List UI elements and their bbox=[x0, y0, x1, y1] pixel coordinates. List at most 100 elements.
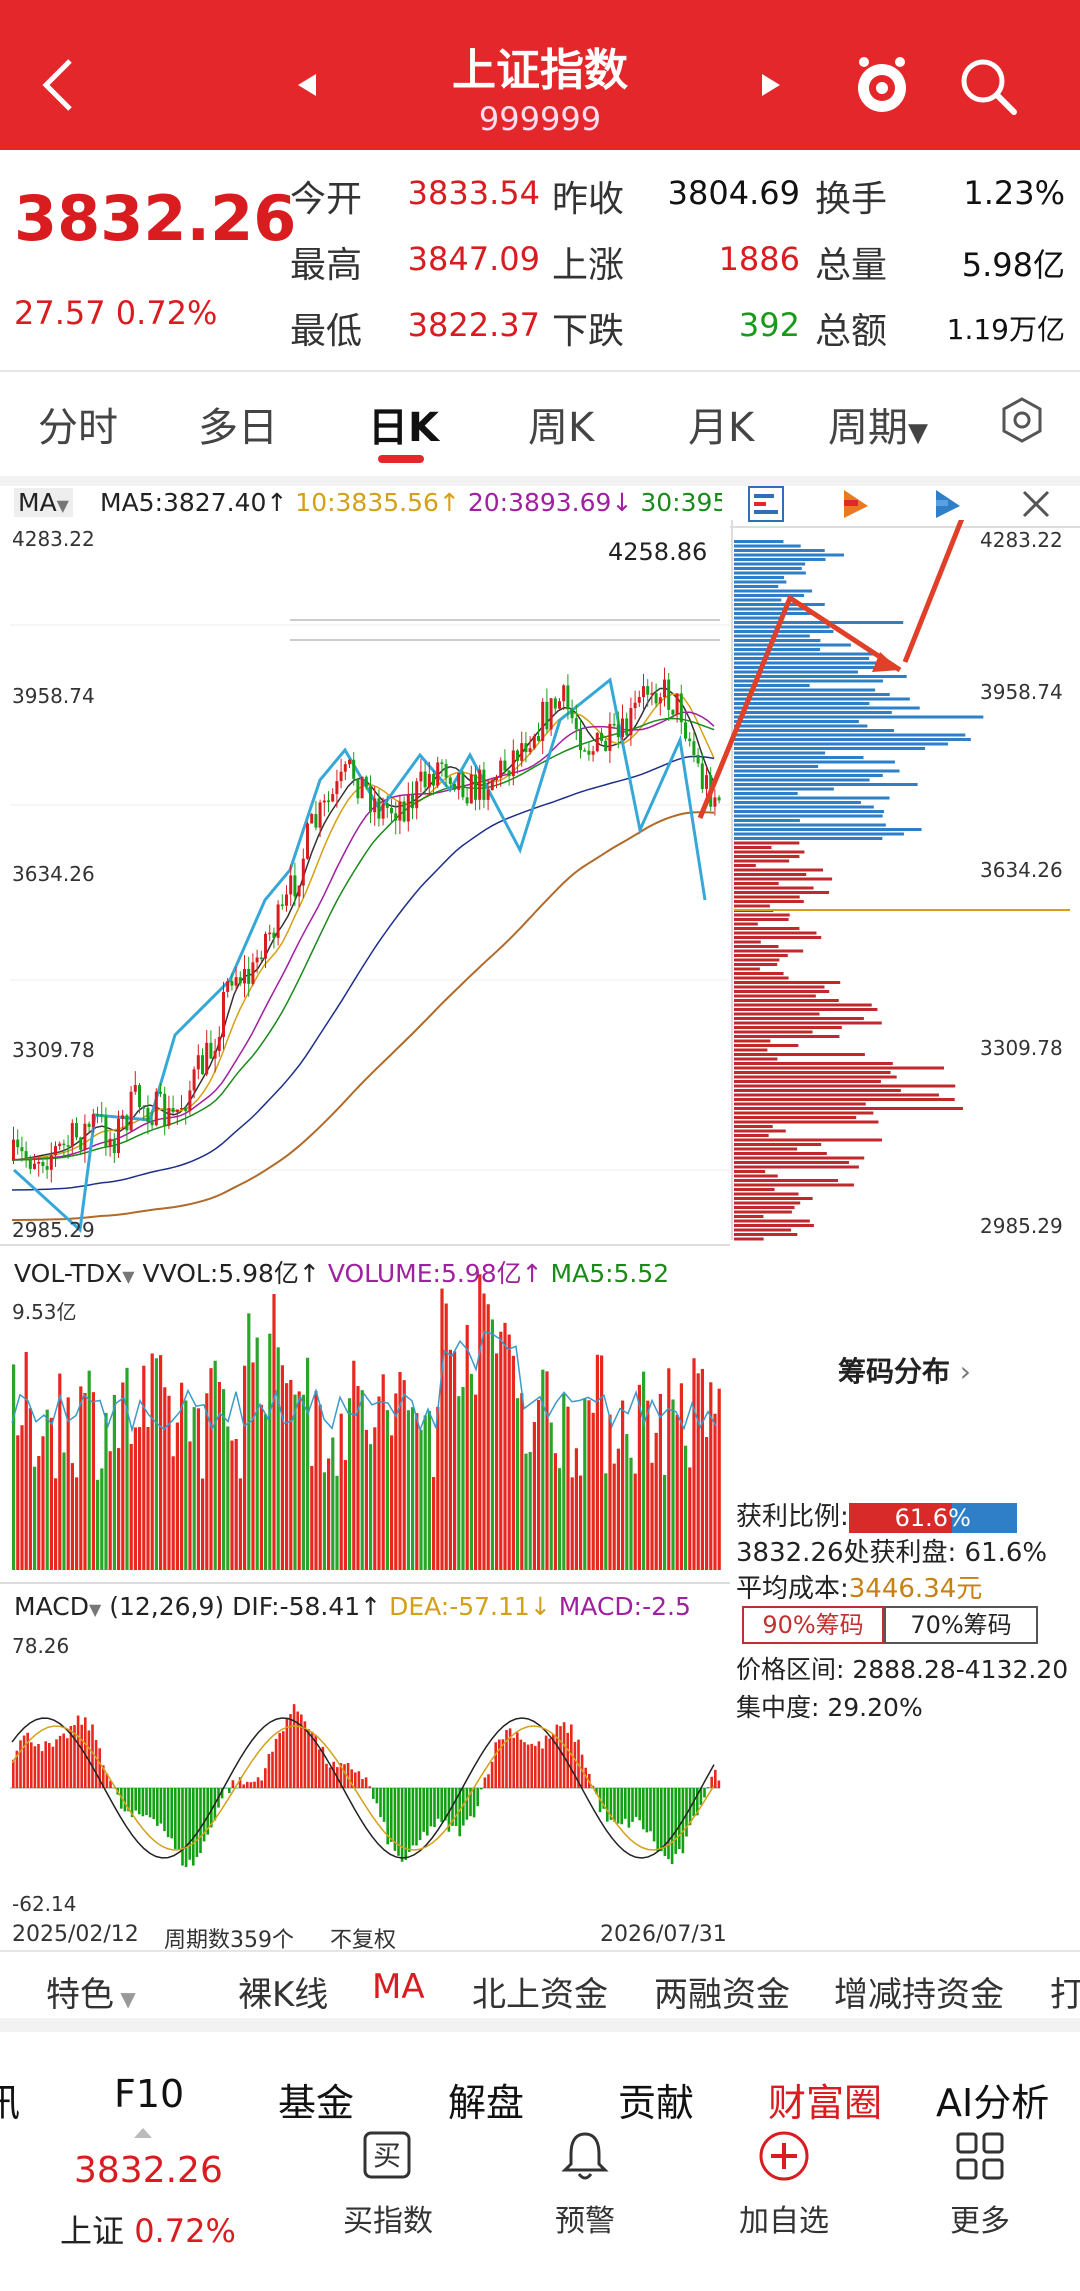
tab-monthly-k[interactable]: 月K bbox=[688, 395, 754, 453]
tab-intraday[interactable]: 分时 bbox=[38, 395, 118, 453]
macd-histogram bbox=[10, 1704, 721, 1867]
volume-bar bbox=[612, 1463, 616, 1570]
candle-body bbox=[314, 814, 318, 828]
tab-period[interactable]: 周期▼ bbox=[828, 395, 928, 453]
tab-daily-k[interactable]: 日K bbox=[368, 395, 439, 453]
volume-bar bbox=[117, 1448, 121, 1570]
ma-button[interactable]: MA bbox=[372, 1967, 425, 2007]
close-icon[interactable] bbox=[1018, 486, 1054, 522]
next-triangle-icon[interactable] bbox=[760, 72, 782, 98]
chip-bar bbox=[734, 639, 821, 642]
macd-divider bbox=[0, 1582, 730, 1584]
ma-selector[interactable]: MA▼ bbox=[14, 488, 73, 517]
candle-body bbox=[457, 773, 461, 790]
chip-90-button[interactable]: 90%筹码 bbox=[742, 1606, 884, 1644]
vol-axis-max: 9.53亿 bbox=[12, 1300, 77, 1324]
macd-axis-min: -62.14 bbox=[12, 1892, 77, 1916]
volume-bar bbox=[129, 1443, 133, 1570]
volume-bar bbox=[696, 1373, 700, 1570]
candle-body bbox=[377, 798, 381, 819]
candle-body bbox=[583, 750, 587, 752]
value-open: 3833.54 bbox=[407, 174, 540, 212]
volume-bar bbox=[465, 1324, 469, 1570]
holdings-change-button[interactable]: 增减持资金 bbox=[834, 1967, 1004, 2016]
tab-multiday[interactable]: 多日 bbox=[198, 395, 278, 453]
kline-chart-area[interactable] bbox=[0, 520, 1080, 1960]
margin-button[interactable]: 两融资金 bbox=[654, 1967, 790, 2016]
chip-axis-upper: 3958.74 bbox=[980, 680, 1063, 704]
chip-bar bbox=[734, 1219, 810, 1223]
macd-bar bbox=[260, 1780, 263, 1788]
chip-70-button[interactable]: 70%筹码 bbox=[884, 1606, 1038, 1644]
macd-bar bbox=[624, 1788, 627, 1819]
nav-contribution[interactable]: 贡献 bbox=[618, 2072, 694, 2127]
chip-bar bbox=[734, 1003, 872, 1007]
chip-profit-icon[interactable] bbox=[930, 486, 966, 522]
chip-bar bbox=[734, 1093, 939, 1097]
buy-index-button[interactable]: 买指数 bbox=[318, 2196, 458, 2240]
macd-bar bbox=[199, 1788, 202, 1854]
nav-analysis[interactable]: 解盘 bbox=[448, 2072, 524, 2127]
left-axis-mid: 3634.26 bbox=[12, 862, 95, 886]
bell-icon[interactable] bbox=[560, 2128, 610, 2182]
alert-button[interactable]: 预警 bbox=[515, 2196, 655, 2240]
macd-bar bbox=[534, 1745, 537, 1788]
up-caret-icon bbox=[134, 2128, 152, 2138]
volume-bar bbox=[192, 1407, 196, 1570]
chip-bar bbox=[734, 850, 805, 854]
nav-ai-analysis[interactable]: AI分析 bbox=[936, 2072, 1049, 2127]
macd-bar bbox=[710, 1776, 713, 1788]
volume-bar bbox=[373, 1427, 377, 1570]
macd-bar bbox=[170, 1788, 173, 1839]
macd-bar bbox=[638, 1788, 641, 1821]
macd-bar bbox=[368, 1786, 371, 1788]
nav-f10[interactable]: F10 bbox=[114, 2072, 184, 2116]
candle-body bbox=[427, 773, 431, 788]
macd-bar bbox=[282, 1731, 285, 1788]
chip-cost-icon[interactable] bbox=[838, 486, 874, 522]
nav-funds[interactable]: 基金 bbox=[278, 2072, 354, 2127]
chip-bars-icon[interactable] bbox=[746, 484, 786, 524]
more-button[interactable]: 更多 bbox=[910, 2196, 1050, 2240]
macd-bar bbox=[436, 1788, 440, 1819]
bare-k-line-button[interactable]: 裸K线 bbox=[238, 1967, 328, 2016]
candle-body bbox=[381, 803, 385, 819]
volume-bar bbox=[196, 1408, 200, 1570]
add-watchlist-button[interactable]: 加自选 bbox=[714, 2196, 854, 2240]
volume-bar bbox=[171, 1456, 175, 1570]
volume-bar bbox=[377, 1396, 381, 1570]
vol-selector[interactable]: VOL-TDX bbox=[14, 1259, 122, 1288]
more-function-button[interactable]: 打 bbox=[1050, 1967, 1080, 2016]
feature-dropdown[interactable]: 特色 ▼ bbox=[46, 1967, 136, 2016]
macd-selector[interactable]: MACD bbox=[14, 1592, 89, 1621]
tab-weekly-k[interactable]: 周K bbox=[528, 395, 594, 453]
chip-bar bbox=[734, 976, 789, 980]
volume-bar bbox=[440, 1288, 444, 1570]
chip-bar bbox=[734, 702, 870, 705]
nav-news[interactable]: 讯 bbox=[0, 2072, 20, 2127]
candle-body bbox=[289, 875, 293, 895]
candle-body bbox=[100, 1114, 104, 1117]
active-tab-underline bbox=[378, 455, 424, 463]
macd-bar bbox=[559, 1726, 562, 1788]
macd-bar bbox=[242, 1784, 245, 1788]
plus-circle-icon[interactable] bbox=[758, 2130, 810, 2182]
mascot-icon[interactable] bbox=[850, 52, 914, 116]
profit-at-price: 3832.26处获利盘: 61.6% bbox=[736, 1538, 1048, 1568]
chip-distribution-link[interactable]: 筹码分布 › bbox=[838, 1350, 971, 1390]
chip-bar bbox=[734, 963, 778, 966]
candle-body bbox=[121, 1115, 125, 1119]
candle-body bbox=[684, 722, 687, 739]
volume-bar bbox=[280, 1365, 284, 1570]
candle-body bbox=[419, 771, 423, 782]
nav-wealth-circle[interactable]: 财富圈 bbox=[768, 2072, 882, 2127]
candle-body bbox=[293, 875, 297, 897]
candle-body bbox=[12, 1139, 15, 1160]
macd-bar bbox=[544, 1735, 548, 1788]
macd-bar bbox=[454, 1788, 458, 1826]
buy-icon[interactable]: 买 bbox=[362, 2130, 412, 2180]
settings-hexagon-icon[interactable] bbox=[998, 396, 1046, 444]
grid-icon[interactable] bbox=[954, 2130, 1006, 2182]
search-icon[interactable] bbox=[958, 56, 1018, 116]
northbound-button[interactable]: 北上资金 bbox=[472, 1967, 608, 2016]
